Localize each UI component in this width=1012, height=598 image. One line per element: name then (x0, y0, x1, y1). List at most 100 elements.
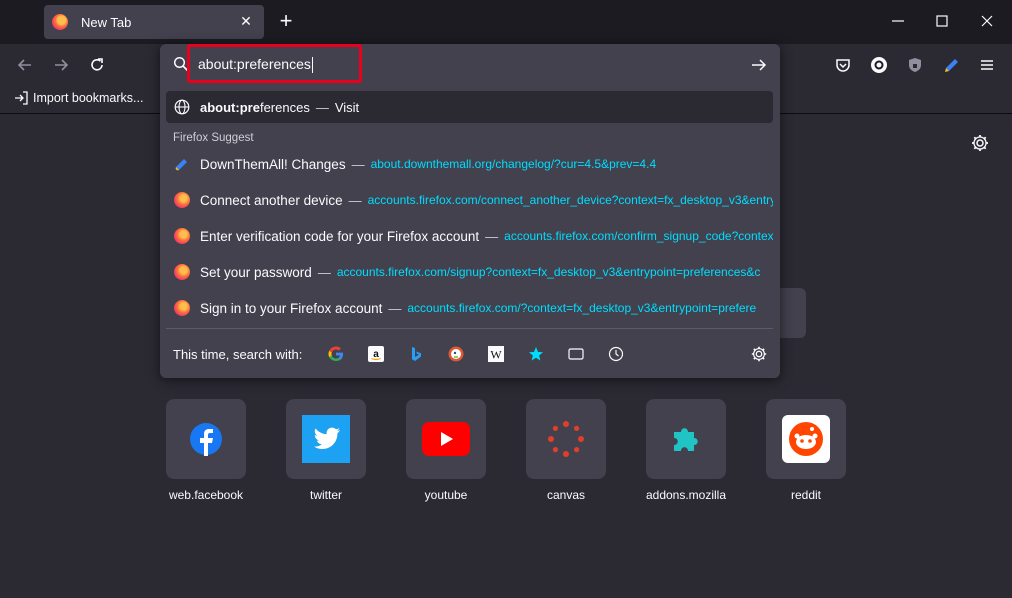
urlbar-popup: about:preferences about:preferences — Visi… (160, 44, 780, 378)
reload-button[interactable] (86, 54, 108, 76)
top-site-tile[interactable]: addons.mozilla (646, 399, 726, 502)
wikipedia-icon: W (488, 346, 505, 362)
arrow-left-icon (17, 59, 31, 71)
hamburger-menu-icon (981, 60, 993, 70)
minimize-icon[interactable] (889, 12, 907, 30)
extension-shield-button[interactable] (904, 54, 926, 76)
one-off-search-bar: This time, search with: a W (173, 342, 773, 366)
close-tab-icon[interactable]: ✕ (238, 13, 254, 29)
arrow-right-icon (55, 59, 69, 71)
star-icon (529, 347, 544, 361)
tile-icon-box (406, 399, 486, 479)
import-bookmarks-label: Import bookmarks... (33, 91, 144, 105)
search-settings-gear-icon[interactable] (750, 345, 768, 363)
top-site-tile[interactable]: web.facebook (166, 399, 246, 502)
tile-label: reddit (790, 488, 822, 502)
divider (166, 328, 773, 329)
puzzle-icon (674, 428, 698, 451)
suggestion-separator: — (317, 264, 331, 280)
suggestion-url: accounts.firefox.com/?context=fx_desktop… (407, 301, 757, 315)
tile-icon-box (166, 399, 246, 479)
search-engine-duckduckgo[interactable] (436, 342, 476, 366)
suggestion-url: accounts.firefox.com/connect_another_dev… (367, 193, 773, 207)
maximize-icon[interactable] (933, 12, 951, 30)
search-tabs[interactable] (556, 342, 596, 366)
highlight-annotation (187, 44, 362, 83)
suggestion-title: DownThemAll! Changes (200, 156, 346, 172)
facebook-icon (190, 423, 222, 456)
tab-strip: New Tab ✕ + (0, 0, 1012, 44)
suggestion-url: accounts.firefox.com/signup?context=fx_d… (336, 265, 761, 279)
suggestion-row[interactable]: Enter verification code for your Firefox… (166, 220, 773, 252)
search-bookmarks[interactable] (516, 342, 556, 366)
tab-title: New Tab (81, 14, 132, 30)
suggestion-row[interactable]: DownThemAll! Changes — about.downthemall… (166, 148, 773, 180)
close-window-icon[interactable] (978, 12, 996, 30)
suggestion-title: Set your password (200, 264, 312, 280)
suggestion-separator: — (351, 156, 365, 172)
search-engine-bing[interactable] (396, 342, 436, 366)
top-site-tile[interactable]: canvas (526, 399, 606, 502)
menu-button[interactable] (976, 54, 998, 76)
forward-button[interactable] (50, 54, 72, 76)
tile-icon-box (526, 399, 606, 479)
tab-icon (568, 348, 584, 360)
tile-icon-box (286, 399, 366, 479)
reload-icon (91, 58, 103, 71)
firefox-icon (174, 264, 190, 280)
suggestion-title: Sign in to your Firefox account (200, 300, 383, 316)
tile-label: web.facebook (168, 488, 244, 502)
globe-icon (174, 99, 190, 115)
top-site-tile[interactable]: twitter (286, 399, 366, 502)
account-icon (871, 57, 887, 73)
youtube-icon (422, 422, 470, 456)
amazon-icon: a (368, 346, 385, 362)
suggestion-row[interactable]: Connect another device — accounts.firefo… (166, 184, 773, 216)
pocket-button[interactable] (832, 54, 854, 76)
suggestion-title: Connect another device (200, 192, 343, 208)
duckduckgo-icon (448, 346, 464, 362)
one-off-label: This time, search with: (173, 346, 303, 362)
firefox-icon (174, 192, 190, 208)
go-arrow-icon[interactable] (750, 56, 768, 74)
suggestion-separator: — (485, 228, 499, 244)
firefox-icon (52, 14, 68, 30)
gear-icon[interactable] (970, 133, 990, 153)
tab-new-tab[interactable]: New Tab ✕ (44, 5, 264, 39)
search-engine-google[interactable] (316, 342, 356, 366)
svg-text:W: W (491, 348, 503, 362)
canvas-icon (548, 421, 584, 457)
visit-rest: ferences (259, 99, 310, 115)
suggestion-row[interactable]: Sign in to your Firefox account — accoun… (166, 292, 773, 324)
tile-label: addons.mozilla (645, 488, 727, 502)
new-tab-button[interactable]: + (276, 10, 296, 33)
import-bookmarks-button[interactable]: Import bookmarks... (14, 91, 143, 105)
visit-action: Visit (334, 99, 360, 115)
result-visit-row[interactable]: about:preferences — Visit (166, 91, 773, 123)
top-site-tile[interactable]: youtube (406, 399, 486, 502)
search-history[interactable] (596, 342, 636, 366)
shield-icon (909, 58, 921, 72)
tile-label: canvas (546, 488, 586, 502)
downthemall-button[interactable] (941, 54, 963, 76)
reddit-icon (782, 415, 830, 463)
search-engine-wikipedia[interactable]: W (476, 342, 516, 366)
search-engine-amazon[interactable]: a (356, 342, 396, 366)
account-button[interactable] (868, 54, 890, 76)
visit-text: about:preferences — Visit (200, 100, 359, 115)
tile-icon-box (766, 399, 846, 479)
suggestion-row[interactable]: Set your password — accounts.firefox.com… (166, 256, 773, 288)
suggestion-separator: — (348, 192, 362, 208)
google-icon (328, 346, 344, 361)
tile-icon-box (646, 399, 726, 479)
tile-label: twitter (309, 488, 342, 502)
back-button[interactable] (14, 54, 36, 76)
firefox-suggest-label: Firefox Suggest (173, 132, 254, 144)
history-clock-icon (609, 346, 624, 362)
suggestion-url: accounts.firefox.com/confirm_signup_code… (504, 229, 773, 243)
bing-icon (412, 347, 422, 361)
urlbar-input-row: about:preferences (160, 44, 780, 86)
visit-separator: — (315, 99, 329, 115)
import-icon (15, 91, 28, 105)
top-site-tile[interactable]: reddit (766, 399, 846, 502)
